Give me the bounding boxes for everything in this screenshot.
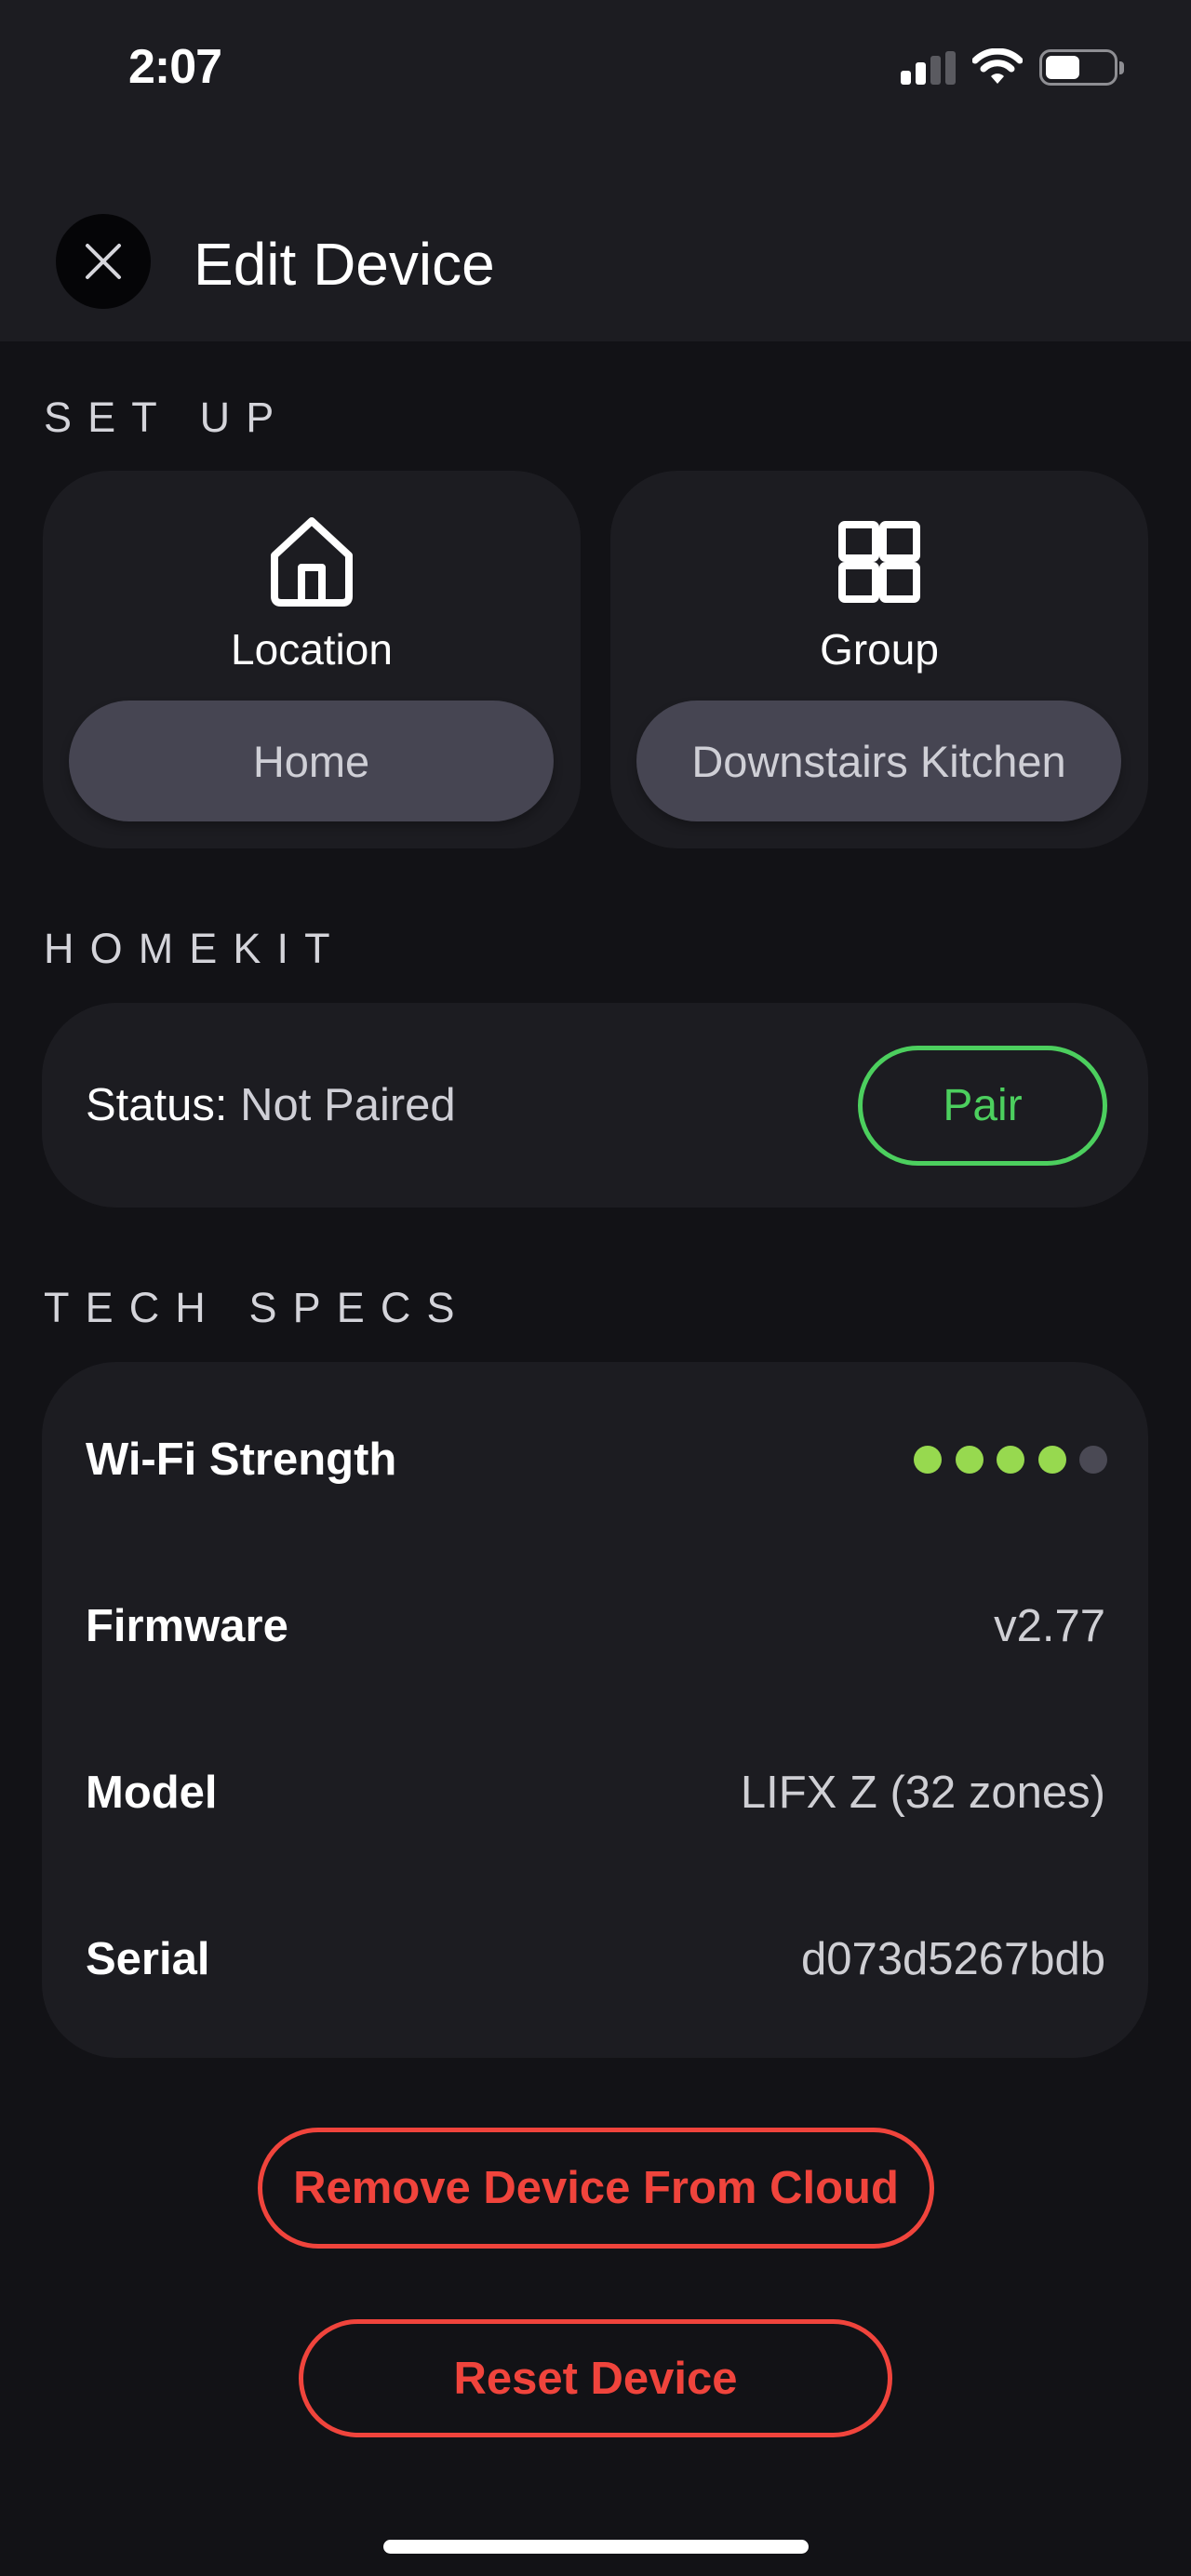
spec-label: Wi-Fi Strength	[86, 1435, 397, 1485]
spec-value: d073d5267bdb	[800, 1934, 1105, 1984]
pair-button[interactable]: Pair	[858, 1046, 1107, 1166]
wifi-dot-active	[914, 1446, 942, 1474]
homekit-status: Status: Not Paired	[86, 1077, 456, 1133]
reset-device-button[interactable]: Reset Device	[299, 2319, 892, 2437]
signal-bar	[945, 51, 956, 85]
remove-device-button[interactable]: Remove Device From Cloud	[258, 2128, 934, 2249]
spec-row-model: Model LIFX Z (32 zones)	[42, 1760, 1148, 1825]
tech-specs-card: Wi-Fi Strength Firmware v2.77 Model LIFX…	[42, 1362, 1148, 2058]
cellular-signal-icon	[901, 51, 958, 85]
status-value: Not Paired	[240, 1080, 456, 1130]
grid-icon	[838, 521, 920, 603]
section-label-homekit: HOMEKIT	[44, 925, 346, 972]
group-card[interactable]: Group Downstairs Kitchen	[610, 471, 1148, 848]
spec-label: Model	[86, 1768, 218, 1818]
spec-row-firmware: Firmware v2.77	[42, 1594, 1148, 1659]
spec-row-serial: Serial d073d5267bdb	[42, 1927, 1148, 1992]
section-label-tech-specs: TECH SPECS	[44, 1284, 471, 1331]
spec-label: Firmware	[86, 1601, 288, 1651]
location-card[interactable]: Location Home	[43, 471, 581, 848]
wifi-icon	[971, 47, 1024, 86]
close-icon	[86, 244, 121, 279]
location-select[interactable]: Home	[69, 701, 554, 821]
status-time: 2:07	[127, 40, 222, 94]
battery-level	[1046, 56, 1079, 79]
battery-nub	[1119, 61, 1124, 74]
wifi-dot-inactive	[1079, 1446, 1107, 1474]
spec-value: v2.77	[994, 1601, 1105, 1651]
battery-icon	[1039, 49, 1117, 86]
spec-value: LIFX Z (32 zones)	[740, 1768, 1105, 1818]
status-key: Status:	[86, 1080, 228, 1130]
group-label: Group	[820, 625, 939, 674]
section-label-setup: SET UP	[44, 394, 290, 441]
wifi-dot-active	[1037, 1446, 1066, 1474]
wifi-dot-active	[955, 1446, 984, 1474]
close-button[interactable]	[56, 214, 151, 309]
homekit-card: Status: Not Paired Pair	[42, 1003, 1148, 1208]
home-indicator	[383, 2540, 809, 2554]
wifi-dot-active	[997, 1446, 1024, 1474]
signal-bar	[930, 56, 941, 85]
page-title: Edit Device	[194, 231, 495, 298]
house-icon	[271, 517, 353, 607]
wifi-strength-indicator	[914, 1446, 1107, 1474]
spec-label: Serial	[86, 1934, 210, 1984]
signal-bar	[916, 62, 926, 85]
location-label: Location	[231, 625, 393, 674]
group-select[interactable]: Downstairs Kitchen	[636, 701, 1121, 821]
spec-row-wifi: Wi-Fi Strength	[42, 1427, 1148, 1492]
signal-bar	[901, 71, 911, 85]
